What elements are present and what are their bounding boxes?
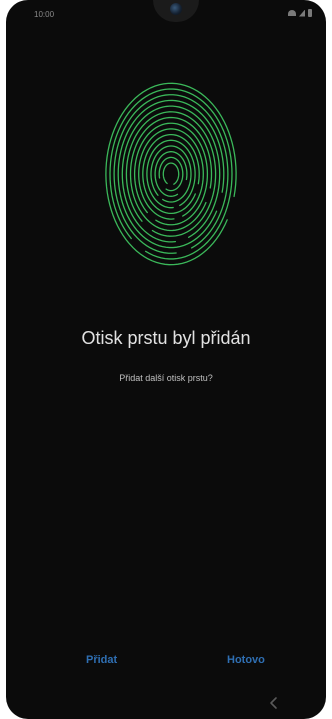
status-time: 10:00	[34, 10, 55, 19]
fingerprint-ridge	[150, 145, 192, 203]
phone-screen: 10:00 Otisk prstu byl přidán Přidat dalš…	[6, 0, 326, 719]
add-fingerprint-button[interactable]: Přidat	[86, 654, 117, 666]
fingerprint-ridge	[154, 151, 188, 197]
fingerprint-ridge	[162, 162, 180, 185]
wifi-icon	[288, 10, 296, 16]
fingerprint-ridge	[146, 139, 196, 209]
fingerprint-ridge	[105, 82, 237, 266]
page-title: Otisk prstu byl přidán	[81, 328, 251, 348]
camera-notch	[153, 0, 199, 22]
front-camera-icon	[170, 3, 182, 15]
fingerprint-icon	[105, 82, 237, 266]
navigation-bar	[6, 690, 326, 719]
fingerprint-ridge	[133, 122, 209, 226]
status-bar: 10:00	[6, 0, 326, 26]
fingerprint-ridge	[138, 128, 204, 220]
done-button[interactable]: Hotovo	[227, 654, 265, 666]
fingerprint-ridge	[121, 105, 221, 243]
signal-icon	[299, 9, 305, 17]
back-icon[interactable]	[268, 696, 280, 710]
battery-icon	[308, 9, 312, 17]
fingerprint-ridge	[125, 111, 217, 237]
fingerprint-ridge	[109, 88, 233, 260]
page-subtitle: Přidat další otisk prstu?	[119, 373, 213, 383]
status-icons	[288, 9, 312, 17]
